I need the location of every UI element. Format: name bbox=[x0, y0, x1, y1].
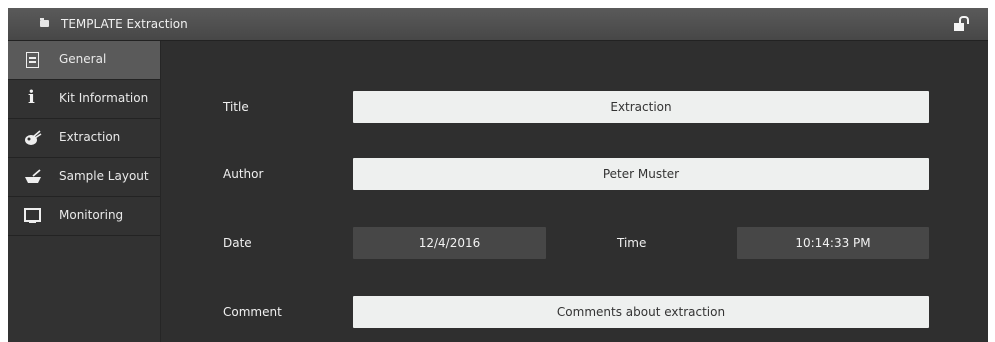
date-field[interactable]: 12/4/2016 bbox=[353, 227, 546, 259]
sidebar-item-monitoring[interactable]: Monitoring bbox=[8, 197, 160, 236]
sidebar-item-extraction[interactable]: Extraction bbox=[8, 119, 160, 158]
title-field[interactable]: Extraction bbox=[353, 91, 929, 123]
window-title: TEMPLATE Extraction bbox=[61, 17, 188, 31]
sidebar-item-label: Sample Layout bbox=[59, 169, 149, 183]
time-field[interactable]: 10:14:33 PM bbox=[737, 227, 929, 259]
document-icon bbox=[26, 52, 39, 68]
comment-label: Comment bbox=[223, 305, 282, 319]
sidebar: General i Kit Information Extraction Sam… bbox=[8, 41, 161, 342]
extraction-icon bbox=[24, 130, 42, 146]
folder-icon bbox=[40, 18, 49, 27]
comment-field[interactable]: Comments about extraction bbox=[353, 296, 929, 328]
sidebar-item-label: Monitoring bbox=[59, 208, 124, 222]
info-icon: i bbox=[28, 87, 35, 108]
sidebar-item-label: Extraction bbox=[59, 130, 121, 144]
sidebar-item-kit-information[interactable]: i Kit Information bbox=[8, 80, 160, 119]
sidebar-item-label: General bbox=[59, 52, 107, 66]
unlock-icon[interactable] bbox=[954, 16, 969, 32]
date-label: Date bbox=[223, 236, 252, 250]
time-label: Time bbox=[617, 236, 647, 250]
author-label: Author bbox=[223, 167, 264, 181]
title-bar: TEMPLATE Extraction bbox=[8, 8, 988, 41]
author-field[interactable]: Peter Muster bbox=[353, 158, 929, 190]
title-label: Title bbox=[223, 100, 249, 114]
sample-layout-icon bbox=[24, 169, 42, 185]
monitor-icon bbox=[24, 208, 41, 223]
sidebar-item-label: Kit Information bbox=[59, 91, 149, 105]
sidebar-item-general[interactable]: General bbox=[8, 41, 160, 80]
template-window: TEMPLATE Extraction General i Kit Inform… bbox=[8, 8, 988, 342]
general-form: Title Extraction Author Peter Muster Dat… bbox=[161, 41, 988, 342]
sidebar-item-sample-layout[interactable]: Sample Layout bbox=[8, 158, 160, 197]
